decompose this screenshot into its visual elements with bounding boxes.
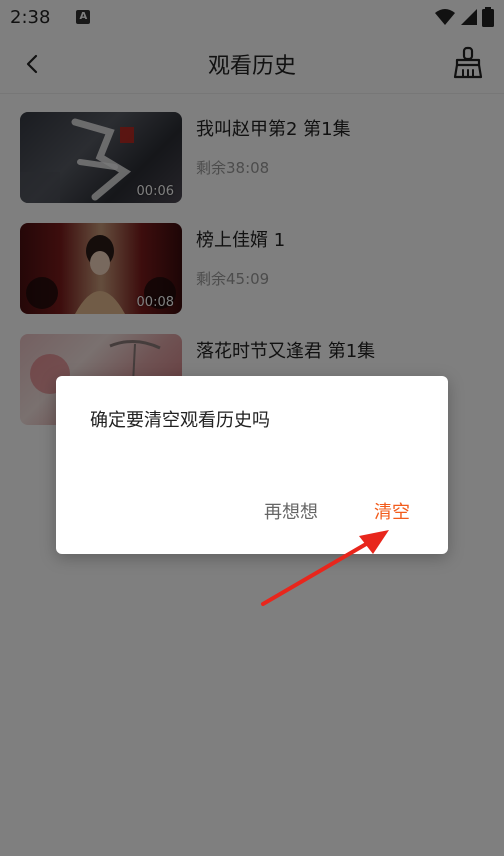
app-root: 2:38 A 观看历史 [0, 0, 504, 856]
annotation-arrow-icon [261, 530, 389, 606]
dialog-message: 确定要清空观看历史吗 [90, 410, 270, 431]
